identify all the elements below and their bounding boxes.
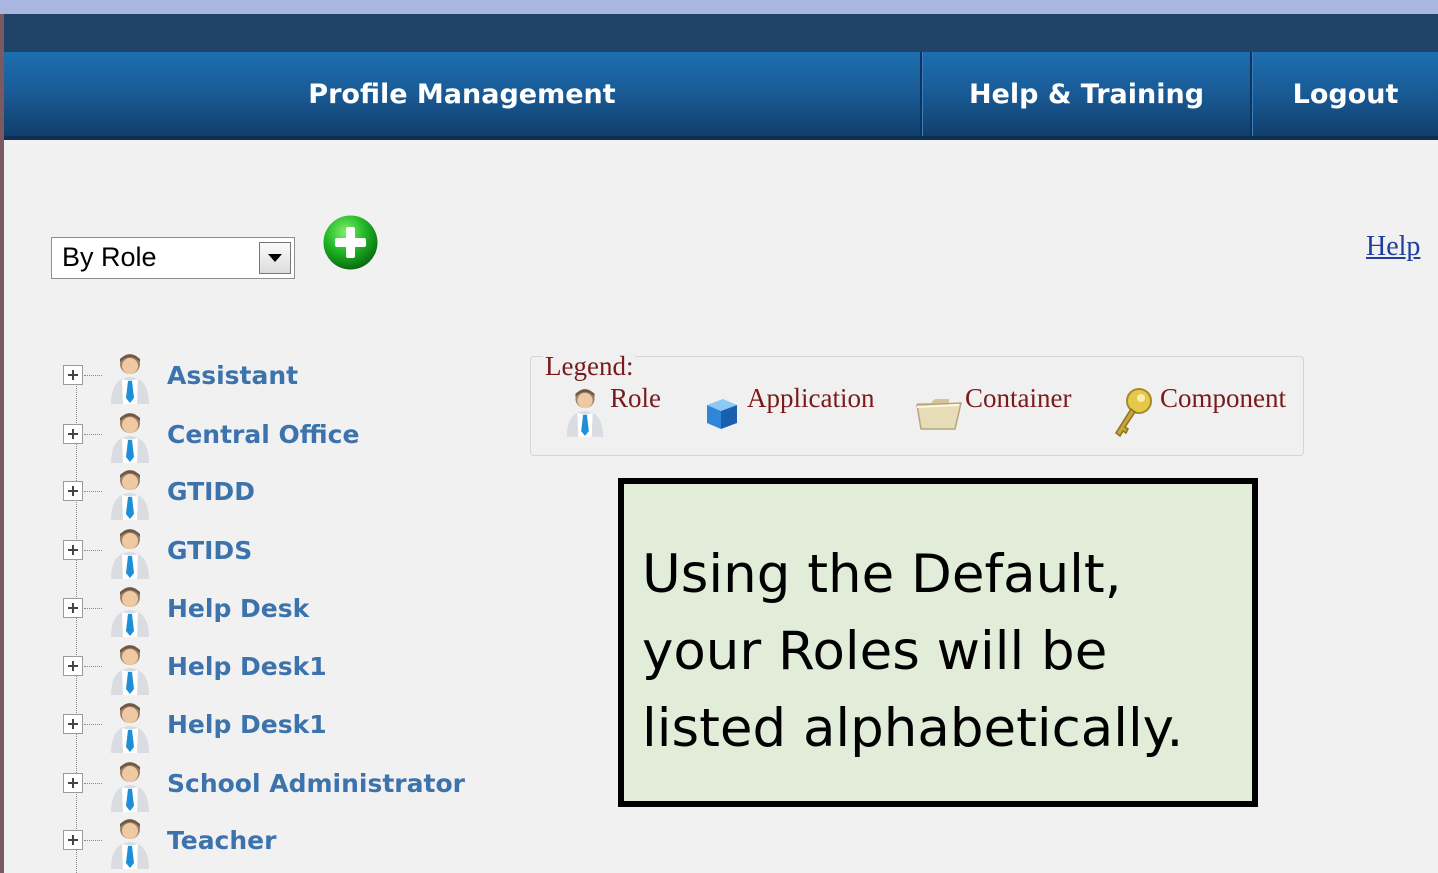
nav-separator [1250,52,1253,136]
tree-item-label[interactable]: Central Office [167,420,359,449]
role-icon [107,815,153,869]
window-top-strip [0,0,1438,14]
tree-item: GTIDS [63,525,523,583]
help-link[interactable]: Help [1366,231,1420,263]
expand-icon[interactable] [63,598,83,618]
expand-icon[interactable] [63,714,83,734]
role-icon [107,758,153,812]
legend-label: Application [747,383,875,413]
role-icon [107,641,153,695]
role-icon [107,350,153,404]
view-select-value: By Role [62,242,157,272]
chevron-down-icon[interactable] [259,242,291,274]
role-icon [563,385,607,437]
legend-entry-application: Application [701,381,901,441]
tree-item-label[interactable]: Help Desk1 [167,710,327,739]
tree-item-label[interactable]: GTIDS [167,536,252,565]
tree-item-label[interactable]: School Administrator [167,769,465,798]
legend-panel: Legend: Role Application Container Compo… [530,351,1304,456]
expand-icon[interactable] [63,365,83,385]
header-band [4,14,1438,52]
expand-icon[interactable] [63,773,83,793]
expand-icon[interactable] [63,540,83,560]
nav-logout[interactable]: Logout [1253,52,1438,136]
window-left-edge [0,14,4,873]
role-icon [107,699,153,753]
tree-item: Help Desk [63,583,523,641]
expand-icon[interactable] [63,424,83,444]
legend-entry-component: Component [1111,381,1301,441]
tree-item: Assistant [63,350,523,408]
tree-item-label[interactable]: Help Desk1 [167,652,327,681]
role-icon [107,525,153,579]
role-icon [107,466,153,520]
tree-item-label[interactable]: GTIDD [167,477,255,506]
tree-item: Central Office [63,409,523,467]
main-navbar: Profile Management Help & Training Logou… [4,52,1438,136]
legend-entry-container: Container [915,381,1095,441]
tutorial-callout: Using the Default, your Roles will be li… [618,478,1258,807]
role-icon [107,409,153,463]
application-icon [707,399,737,429]
expand-icon[interactable] [63,481,83,501]
navbar-bottom-border [4,136,1438,140]
tree-item: GTIDD [63,466,523,524]
component-icon [1114,388,1152,438]
expand-icon[interactable] [63,656,83,676]
container-icon [916,399,962,430]
tree-item: Help Desk1 [63,641,523,699]
view-select[interactable]: By Role [51,237,295,279]
tree-item-label[interactable]: Help Desk [167,594,309,623]
tree-item: School Administrator [63,758,523,816]
legend-entry-role: Role [563,381,703,441]
legend-label: Role [610,383,661,413]
tree-item-label[interactable]: Teacher [167,826,276,855]
tree-item-label[interactable]: Assistant [167,361,298,390]
legend-label: Container [965,383,1072,413]
nav-profile-management[interactable]: Profile Management [4,52,920,136]
nav-help-training[interactable]: Help & Training [923,52,1250,136]
tree-item: Help Desk1 [63,699,523,757]
legend-label: Component [1160,383,1286,413]
role-icon [107,583,153,637]
callout-text: Using the Default, your Roles will be li… [642,544,1184,759]
legend-title: Legend: [543,351,636,382]
expand-icon[interactable] [63,830,83,850]
add-icon[interactable] [322,214,379,271]
tree-item: Teacher [63,815,523,873]
nav-separator [920,52,923,136]
